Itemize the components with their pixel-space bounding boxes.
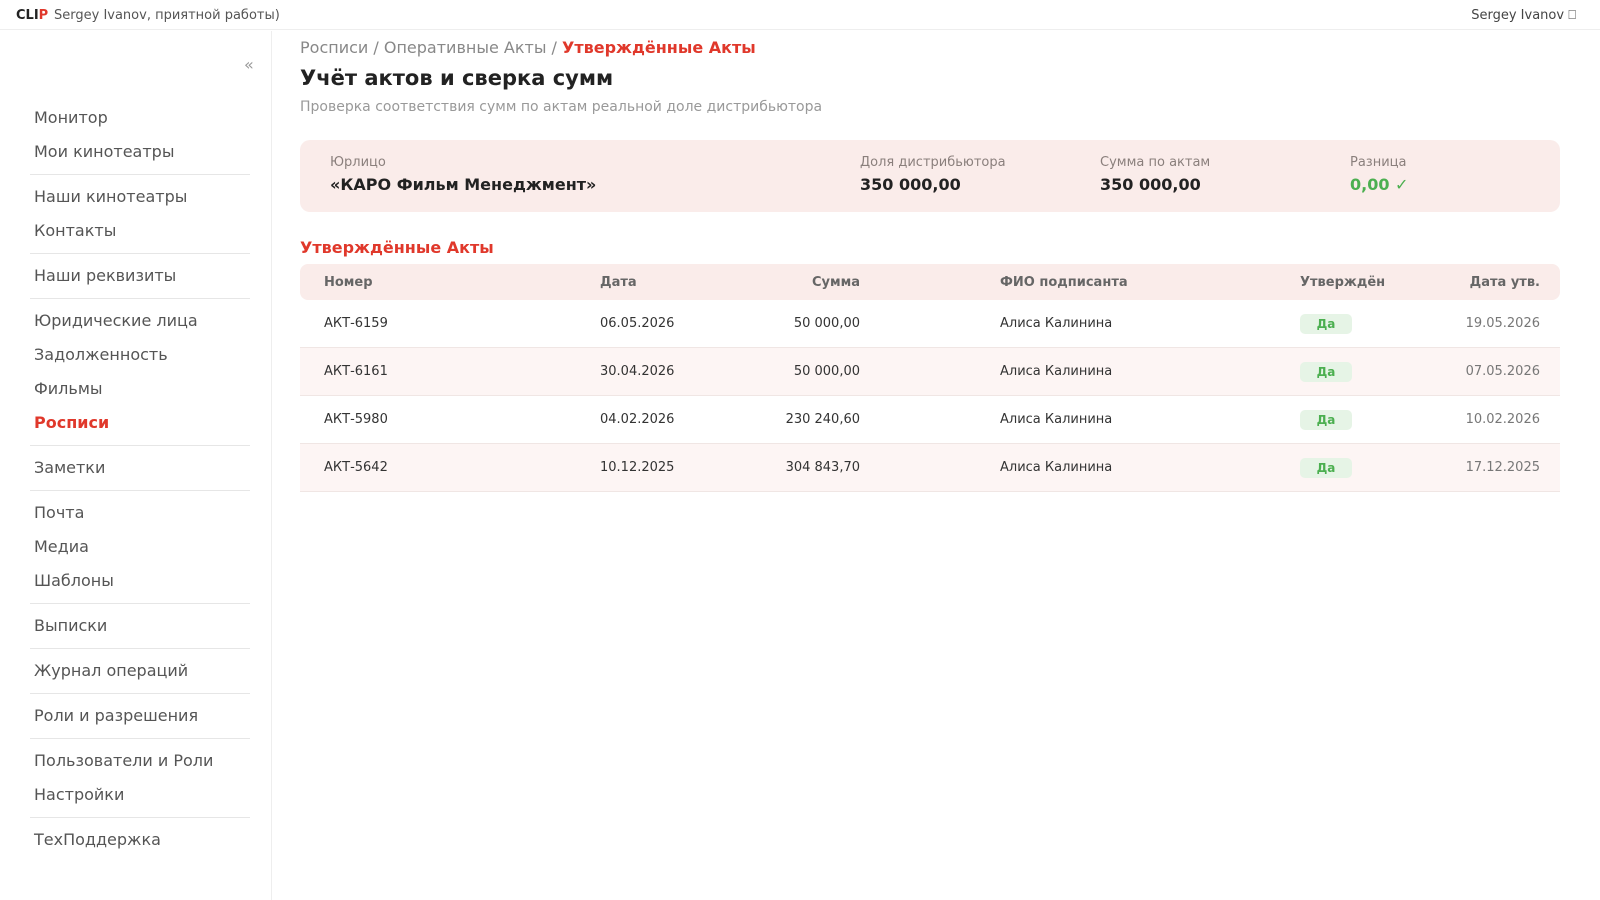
sidebar-divider	[30, 174, 250, 175]
cell-approved-date: 17.12.2025	[1465, 460, 1540, 475]
table-row[interactable]: АКТ-5642 10.12.2025 304 843,70 Алиса Калини…	[300, 444, 1560, 492]
sidebar-item[interactable]: Задолженность	[30, 338, 250, 372]
table-row[interactable]: АКТ-6161 30.04.2026 50 000,00 Алиса Калинин…	[300, 348, 1560, 396]
cell-sum: 50 000,00	[793, 364, 860, 379]
table-body: АКТ-6159 06.05.2026 50 000,00 Алиса Калинин…	[300, 300, 1560, 492]
sidebar-divider	[30, 298, 250, 299]
sidebar-item[interactable]: Пользователи и Роли	[30, 744, 250, 778]
top-bar: CLIP Sergey Ivanov, приятной работы) Ser…	[0, 0, 1600, 30]
sidebar-item[interactable]: ТехПоддержка	[30, 823, 250, 857]
cell-sum: 230 240,60	[785, 412, 860, 427]
sidebar-item[interactable]: Монитор	[30, 101, 250, 135]
entity-label: Юрлицо	[330, 155, 386, 170]
cell-sum: 50 000,00	[793, 316, 860, 331]
cell-date: 30.04.2026	[600, 364, 675, 379]
distributor-share-value: 350 000,00	[860, 175, 961, 194]
approved-badge: Да	[1300, 314, 1352, 334]
acts-sum-label: Сумма по актам	[1100, 155, 1211, 170]
sidebar-item[interactable]: Журнал операций	[30, 654, 250, 688]
distributor-share-field: Доля дистрибьютора 350 000,00	[860, 155, 1006, 194]
sidebar-item[interactable]: Наши реквизиты	[30, 259, 250, 293]
cell-approved-date: 10.02.2026	[1465, 412, 1540, 427]
user-menu[interactable]: Sergey Ivanov ⎕	[1471, 8, 1576, 23]
page-subtitle: Проверка соответствия сумм по актам реал…	[300, 99, 823, 115]
sidebar-divider	[30, 648, 250, 649]
difference-field: Разница 0,00 ✓	[1350, 155, 1408, 194]
sidebar-item[interactable]: Фильмы	[30, 372, 250, 406]
cell-number: АКТ-5642	[324, 460, 388, 475]
difference-value: 0,00 ✓	[1350, 175, 1409, 194]
acts-sum-field: Сумма по актам 350 000,00	[1100, 155, 1210, 194]
breadcrumb-link[interactable]: Росписи	[300, 38, 368, 57]
distributor-share-label: Доля дистрибьютора	[860, 155, 1006, 170]
sidebar-divider	[30, 603, 250, 604]
column-header-approved[interactable]: Утверждён	[1300, 275, 1385, 290]
sidebar-item[interactable]: Контакты	[30, 214, 250, 248]
cell-date: 04.02.2026	[600, 412, 675, 427]
acts-sum-value: 350 000,00	[1100, 175, 1201, 194]
cell-number: АКТ-6159	[324, 316, 388, 331]
cell-number: АКТ-6161	[324, 364, 388, 379]
sidebar-divider	[30, 253, 250, 254]
breadcrumb: Росписи / Оперативные Акты / Утверждённы…	[300, 38, 756, 57]
column-header-approved-date[interactable]: Дата утв.	[1470, 275, 1540, 290]
app-logo[interactable]: CLIP	[16, 8, 48, 23]
entity-field: Юрлицо «КАРО Фильм Менеджмент»	[330, 155, 596, 194]
cell-approved-date: 07.05.2026	[1465, 364, 1540, 379]
cell-signer: Алиса Калинина	[1000, 364, 1113, 379]
breadcrumb-current: Утверждённые Акты	[562, 38, 756, 57]
table-row[interactable]: АКТ-6159 06.05.2026 50 000,00 Алиса Калинин…	[300, 300, 1560, 348]
cell-date: 10.12.2025	[600, 460, 675, 475]
cell-sum: 304 843,70	[785, 460, 860, 475]
sidebar-divider	[30, 738, 250, 739]
sidebar-item[interactable]: Заметки	[30, 451, 250, 485]
sidebar-nav: Монитор Мои кинотеатры Наши кинотеатры Конт…	[30, 101, 250, 857]
sidebar-item[interactable]: Росписи	[30, 406, 250, 440]
sidebar-item[interactable]: Медиа	[30, 530, 250, 564]
page-title: Учёт актов и сверка сумм	[300, 66, 614, 90]
sidebar-divider	[30, 445, 250, 446]
cell-date: 06.05.2026	[600, 316, 675, 331]
approved-badge: Да	[1300, 362, 1352, 382]
sidebar-item[interactable]: Настройки	[30, 778, 250, 812]
collapse-sidebar-icon[interactable]: «	[244, 55, 254, 74]
column-header-signer[interactable]: ФИО подписанта	[1000, 275, 1128, 290]
difference-label: Разница	[1350, 155, 1407, 170]
approved-badge: Да	[1300, 410, 1352, 430]
sidebar-divider	[30, 817, 250, 818]
table-row[interactable]: АКТ-5980 04.02.2026 230 240,60 Алиса Калини…	[300, 396, 1560, 444]
sidebar-item[interactable]: Наши кинотеатры	[30, 180, 250, 214]
breadcrumb-link[interactable]: Оперативные Акты	[384, 38, 547, 57]
sidebar-divider	[30, 490, 250, 491]
sidebar-item[interactable]: Шаблоны	[30, 564, 250, 598]
sidebar-item[interactable]: Юридические лица	[30, 304, 250, 338]
sidebar: « Монитор Мои кинотеатры Наши кинотеатры Ко…	[0, 31, 272, 900]
cell-approved-date: 19.05.2026	[1465, 316, 1540, 331]
sidebar-item[interactable]: Роли и разрешения	[30, 699, 250, 733]
cell-signer: Алиса Калинина	[1000, 460, 1113, 475]
sidebar-divider	[30, 693, 250, 694]
breadcrumb-separator: /	[368, 38, 384, 57]
entity-value: «КАРО Фильм Менеджмент»	[330, 175, 597, 194]
summary-card: Юрлицо «КАРО Фильм Менеджмент» Доля дист…	[300, 140, 1560, 212]
sidebar-item[interactable]: Мои кинотеатры	[30, 135, 250, 169]
column-header-number[interactable]: Номер	[324, 275, 373, 290]
approved-acts-table: Номер Дата Сумма ФИО подписанта Утверждё…	[300, 264, 1560, 492]
breadcrumb-separator: /	[546, 38, 563, 57]
cell-signer: Алиса Калинина	[1000, 412, 1113, 427]
greeting-text: Sergey Ivanov, приятной работы)	[54, 8, 280, 23]
sidebar-item[interactable]: Выписки	[30, 609, 250, 643]
column-header-sum[interactable]: Сумма	[812, 275, 860, 290]
table-header: Номер Дата Сумма ФИО подписанта Утверждё…	[300, 264, 1560, 300]
section-title: Утверждённые Акты	[300, 238, 494, 257]
cell-number: АКТ-5980	[324, 412, 388, 427]
cell-signer: Алиса Калинина	[1000, 316, 1113, 331]
sidebar-item[interactable]: Почта	[30, 496, 250, 530]
approved-badge: Да	[1300, 458, 1352, 478]
column-header-date[interactable]: Дата	[600, 275, 637, 290]
